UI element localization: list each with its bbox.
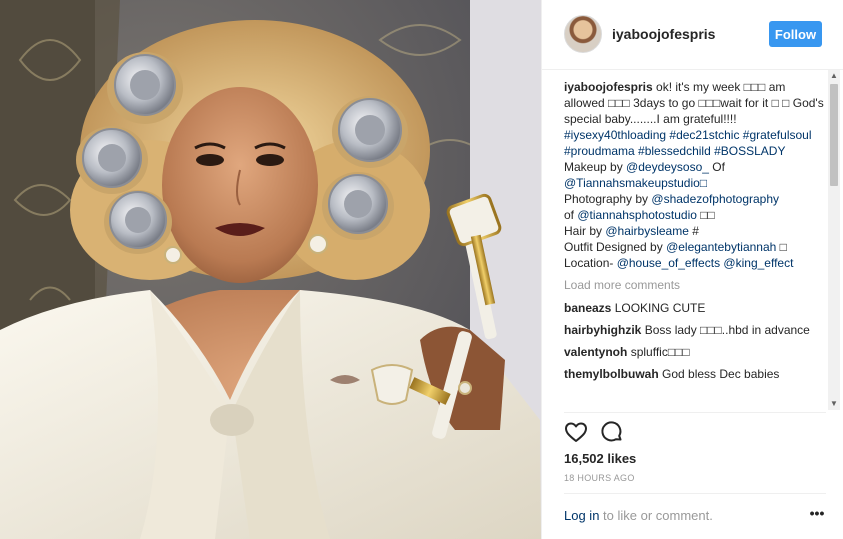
photo-prefix: Photography by xyxy=(564,192,652,206)
header-username[interactable]: iyaboojofespris xyxy=(612,26,715,42)
actions-divider xyxy=(564,412,826,413)
location-prefix: Location- xyxy=(564,256,617,270)
makeup-studio-tag[interactable]: @Tiannahsmakeupstudio□ xyxy=(564,176,707,190)
comment-item: hairbyhighzik Boss lady □□□..hbd in adva… xyxy=(564,322,826,338)
load-more-comments[interactable]: Load more comments xyxy=(564,277,826,293)
comment-icon[interactable] xyxy=(600,420,624,444)
photo-illustration xyxy=(0,0,541,539)
comments-list: iyaboojofespris ok! it's my week □□□ am … xyxy=(564,79,826,411)
comment-username[interactable]: baneazs xyxy=(564,301,611,315)
caption-hashtags-2[interactable]: #proudmama #blessedchild #BOSSLADY xyxy=(564,144,785,158)
comment-item: baneazs LOOKING CUTE xyxy=(564,300,826,316)
comment-username[interactable]: valentynoh xyxy=(564,345,627,359)
comment-item: valentynoh spluffic□□□ xyxy=(564,344,826,360)
likes-count[interactable]: 16,502 likes xyxy=(564,451,636,466)
scrollbar-thumb[interactable] xyxy=(830,84,838,186)
login-link[interactable]: Log in xyxy=(564,508,599,523)
post-side-panel: iyaboojofespris Follow iyaboojofespris o… xyxy=(541,0,843,539)
makeup-tag[interactable]: @deydeysoso_ xyxy=(626,160,709,174)
login-prompt-text: to like or comment. xyxy=(599,508,713,523)
comment-text: Boss lady □□□..hbd in advance xyxy=(644,323,810,337)
more-options-icon[interactable]: ••• xyxy=(808,504,826,522)
post-header: iyaboojofespris Follow xyxy=(542,0,843,70)
hair-tag[interactable]: @hairbysleame xyxy=(605,224,689,238)
scroll-up-arrow-icon[interactable]: ▲ xyxy=(828,70,840,82)
hair-prefix: Hair by xyxy=(564,224,606,238)
footer-divider xyxy=(564,493,826,494)
comment-text: God bless Dec babies xyxy=(662,367,780,381)
post-timestamp[interactable]: 18 HOURS AGO xyxy=(564,473,635,483)
location-tag-1[interactable]: @house_of_effects xyxy=(617,256,720,270)
heart-icon[interactable] xyxy=(564,420,588,444)
caption-hashtags-1[interactable]: #iysexy40thloading #dec21stchic #gratefu… xyxy=(564,128,812,142)
scroll-down-arrow-icon[interactable]: ▼ xyxy=(828,398,840,410)
follow-button[interactable]: Follow xyxy=(769,21,822,47)
hair-suffix: # xyxy=(688,224,699,238)
comment-username[interactable]: hairbyhighzik xyxy=(564,323,641,337)
photo-studio-tag[interactable]: @tiannahsphotostudio xyxy=(577,208,697,222)
avatar[interactable] xyxy=(564,15,602,53)
comment-text: spluffic□□□ xyxy=(630,345,690,359)
makeup-of: Of xyxy=(708,160,725,174)
login-prompt: Log in to like or comment. xyxy=(564,508,713,523)
comment-item: themylbolbuwah God bless Dec babies xyxy=(564,366,826,382)
outfit-prefix: Outfit Designed by xyxy=(564,240,667,254)
makeup-prefix: Makeup by xyxy=(564,160,627,174)
photo-of: of xyxy=(564,208,578,222)
comments-scrollbar[interactable]: ▲ ▼ xyxy=(828,70,840,410)
outfit-tag[interactable]: @elegantebytiannah xyxy=(666,240,776,254)
post-caption: iyaboojofespris ok! it's my week □□□ am … xyxy=(564,79,826,271)
comment-text: LOOKING CUTE xyxy=(614,301,706,315)
photo-tag[interactable]: @shadezofphotography xyxy=(651,192,779,206)
outfit-suffix: □ xyxy=(776,240,787,254)
caption-username[interactable]: iyaboojofespris xyxy=(564,80,653,94)
photo-suffix: □□ xyxy=(696,208,715,222)
location-tag-2[interactable]: @king_effect xyxy=(723,256,793,270)
post-photo[interactable] xyxy=(0,0,541,539)
comment-username[interactable]: themylbolbuwah xyxy=(564,367,659,381)
